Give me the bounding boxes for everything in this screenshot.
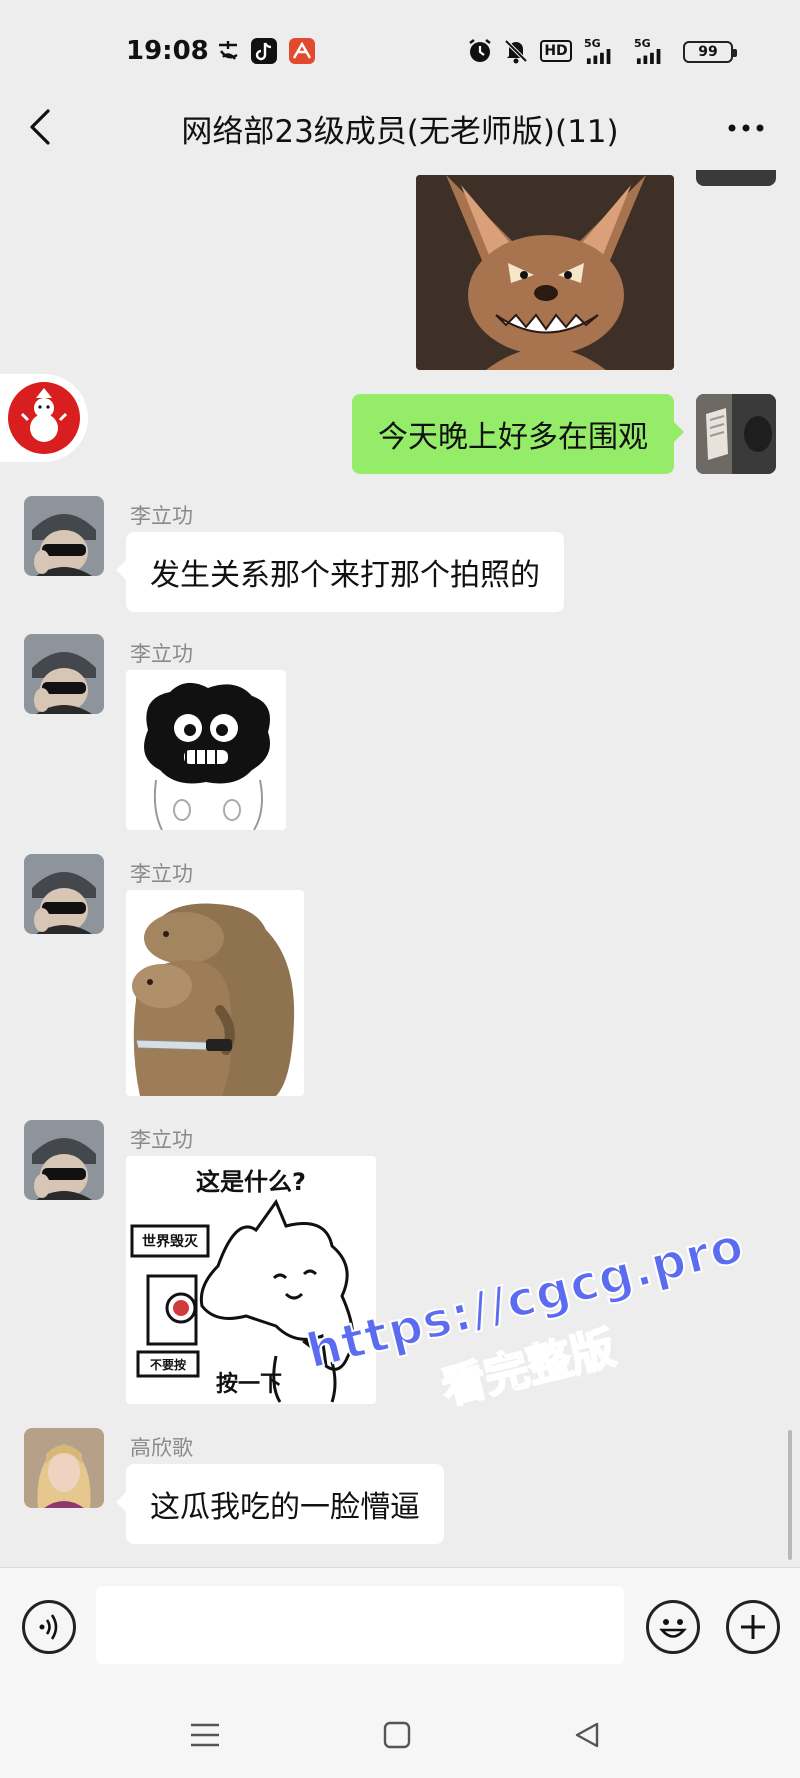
capybara-knife-sticker bbox=[126, 890, 304, 1096]
message-bubble-other[interactable]: 发生关系那个来打那个拍照的 bbox=[116, 532, 564, 612]
plus-icon[interactable] bbox=[726, 1600, 780, 1654]
floating-logo[interactable] bbox=[0, 374, 88, 462]
sticker-question: 这是什么? bbox=[196, 1168, 306, 1196]
avatar-photo bbox=[24, 496, 104, 576]
message-sticker[interactable] bbox=[126, 670, 286, 830]
avatar-gao-xinge[interactable] bbox=[24, 1428, 104, 1508]
avatar-li-ligong[interactable] bbox=[24, 634, 104, 714]
message-text: 今天晚上好多在围观 bbox=[378, 420, 648, 455]
hd-icon: HD bbox=[540, 38, 572, 64]
voice-icon[interactable] bbox=[22, 1600, 76, 1654]
chat-title: 网络部23级成员(无老师版)(11) bbox=[181, 114, 619, 150]
tiktok-icon bbox=[250, 38, 278, 64]
self-avatar[interactable] bbox=[696, 394, 776, 474]
scrollbar[interactable] bbox=[788, 1430, 792, 1560]
status-bar bbox=[0, 0, 800, 100]
emoji-icon[interactable] bbox=[646, 1600, 700, 1654]
back-nav-icon[interactable] bbox=[562, 1710, 612, 1760]
message-input[interactable] bbox=[96, 1586, 624, 1664]
signal-5g-icon: 5G bbox=[634, 38, 672, 64]
avatar-li-ligong[interactable] bbox=[24, 854, 104, 934]
hd-label: HD bbox=[540, 40, 572, 62]
avatar-photo bbox=[24, 854, 104, 934]
avatar-photo bbox=[24, 634, 104, 714]
sender-name: 李立功 bbox=[130, 504, 193, 528]
avatar-li-ligong[interactable] bbox=[24, 496, 104, 576]
jerry-mouse-grin-sticker bbox=[416, 175, 674, 370]
message-sticker[interactable] bbox=[126, 890, 304, 1096]
signal-5g-icon: 5G bbox=[584, 38, 622, 64]
avatar-photo bbox=[24, 1120, 104, 1200]
sender-name: 李立功 bbox=[130, 642, 193, 666]
snowman-logo-icon bbox=[8, 382, 80, 454]
black-blob-face-sticker bbox=[126, 670, 286, 830]
mute-icon bbox=[502, 38, 530, 64]
message-sticker[interactable] bbox=[416, 175, 674, 370]
sender-name: 李立功 bbox=[130, 1128, 193, 1152]
sender-name: 李立功 bbox=[130, 862, 193, 886]
alipay-icon bbox=[214, 38, 242, 64]
battery-icon: 99 bbox=[683, 41, 737, 63]
avatar-photo bbox=[696, 394, 776, 474]
avatar-li-ligong[interactable] bbox=[24, 1120, 104, 1200]
menu-icon[interactable] bbox=[180, 1710, 230, 1760]
message-bubble-self[interactable]: 今天晚上好多在围观 bbox=[352, 394, 684, 474]
status-time: 19:08 bbox=[126, 36, 209, 66]
network-label: 5G bbox=[634, 37, 651, 50]
sticker-top-label: 世界毁灭 bbox=[142, 1234, 198, 1250]
message-text: 发生关系那个来打那个拍照的 bbox=[150, 558, 540, 593]
alarm-icon bbox=[466, 38, 494, 64]
sticker-bottom-label: 不要按 bbox=[149, 1358, 186, 1372]
home-icon[interactable] bbox=[372, 1710, 422, 1760]
app-icon bbox=[288, 38, 316, 64]
more-icon[interactable] bbox=[722, 108, 770, 148]
sender-name: 高欣歌 bbox=[130, 1436, 193, 1460]
chevron-left-icon[interactable] bbox=[22, 105, 62, 149]
network-label: 5G bbox=[584, 37, 601, 50]
avatar-photo bbox=[24, 1428, 104, 1508]
sticker-caption: 按一下 bbox=[216, 1372, 283, 1397]
self-avatar[interactable] bbox=[696, 170, 776, 186]
